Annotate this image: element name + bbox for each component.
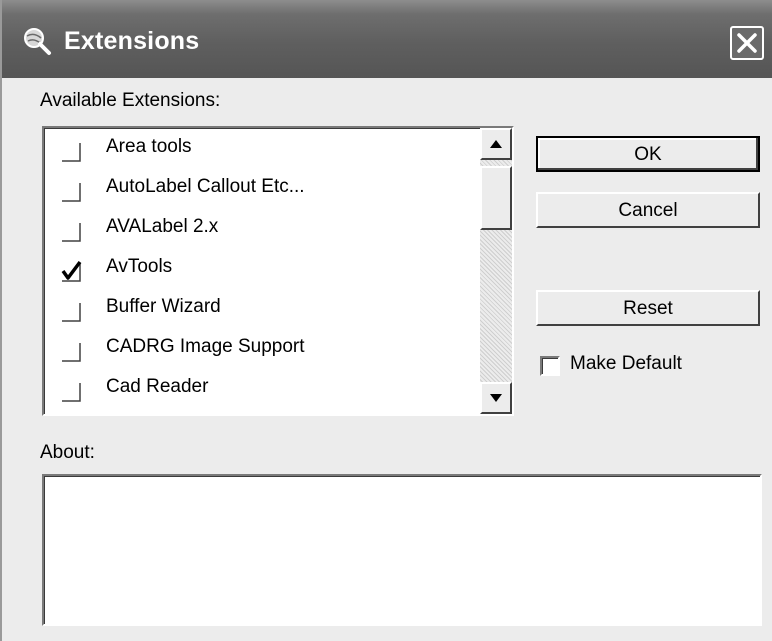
checkmark-icon[interactable] xyxy=(60,260,82,282)
make-default-label: Make Default xyxy=(570,353,682,374)
list-item-label: AVALabel 2.x xyxy=(106,216,219,237)
list-item-label: Area tools xyxy=(106,136,192,157)
arrow-down-icon xyxy=(490,394,502,402)
cancel-button[interactable]: Cancel xyxy=(536,192,760,228)
list-item[interactable]: Buffer Wizard xyxy=(44,290,480,330)
about-label: About: xyxy=(40,442,95,463)
list-item[interactable]: AutoLabel Callout Etc... xyxy=(44,170,480,210)
unchecked-box-icon[interactable] xyxy=(60,180,82,202)
title-bar[interactable]: Extensions xyxy=(2,0,772,78)
list-item[interactable]: AvTools xyxy=(44,250,480,290)
list-item[interactable]: Area tools xyxy=(44,130,480,170)
list-item-label: Buffer Wizard xyxy=(106,296,221,317)
window-title: Extensions xyxy=(64,27,200,55)
unchecked-box-icon[interactable] xyxy=(60,300,82,322)
list-scrollbar[interactable] xyxy=(480,128,512,414)
arrow-up-icon xyxy=(490,140,502,148)
extensions-list[interactable]: Area tools AutoLabel Callout Etc... AVALab… xyxy=(42,126,514,416)
list-item[interactable]: AVALabel 2.x xyxy=(44,210,480,250)
magnifier-globe-icon xyxy=(24,28,51,55)
list-item-label: AvTools xyxy=(106,256,173,277)
list-item[interactable]: CADRG Image Support xyxy=(44,330,480,370)
list-item-label: Cad Reader xyxy=(106,376,209,397)
extensions-dialog: Extensions Available Extensions: Area to… xyxy=(0,0,772,641)
about-text-area[interactable] xyxy=(42,474,762,626)
unchecked-box-icon[interactable] xyxy=(60,220,82,242)
make-default-checkbox[interactable] xyxy=(540,356,560,376)
list-item-label: CADRG Image Support xyxy=(106,336,305,357)
close-icon xyxy=(737,33,757,53)
scroll-up-button[interactable] xyxy=(480,128,512,160)
list-item-label: AutoLabel Callout Etc... xyxy=(106,176,305,197)
list-item[interactable]: Cad Reader xyxy=(44,370,480,410)
ok-button[interactable]: OK xyxy=(536,136,760,172)
scroll-thumb[interactable] xyxy=(480,166,512,230)
reset-button[interactable]: Reset xyxy=(536,290,760,326)
close-button[interactable] xyxy=(730,26,764,60)
unchecked-box-icon[interactable] xyxy=(60,380,82,402)
available-extensions-label: Available Extensions: xyxy=(40,90,221,111)
scroll-down-button[interactable] xyxy=(480,382,512,414)
unchecked-box-icon[interactable] xyxy=(60,340,82,362)
unchecked-box-icon[interactable] xyxy=(60,140,82,162)
